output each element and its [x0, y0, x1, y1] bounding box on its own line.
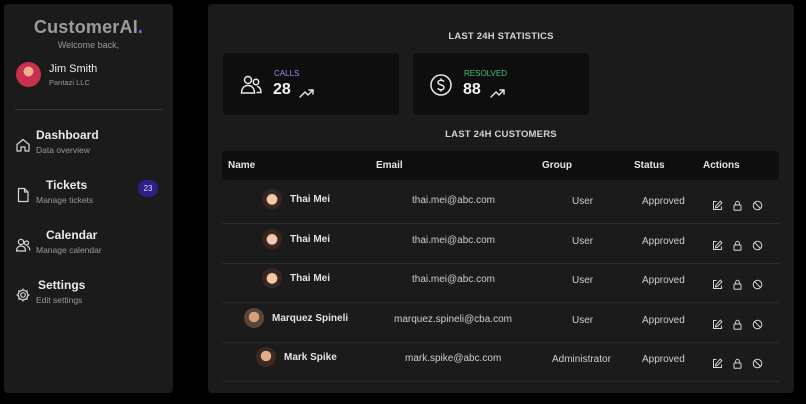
customer-group: Administrator [552, 354, 611, 365]
sidebar-item-sublabel: Manage calendar [36, 245, 102, 255]
tickets-count-badge: 23 [138, 180, 158, 197]
stats-section-title: LAST 24H STATISTICS [448, 31, 554, 42]
users-icon [15, 238, 31, 252]
customer-group: User [572, 275, 594, 286]
stat-value: 88 [463, 81, 481, 98]
sidebar-divider [15, 109, 162, 110]
stat-label: RESOLVED [464, 69, 507, 78]
welcome-text: Welcome back, [57, 40, 120, 50]
users-icon [240, 75, 262, 94]
customer-email: thai.mei@abc.com [412, 274, 495, 285]
sidebar-item-sublabel: Data overview [36, 145, 90, 155]
block-icon[interactable] [752, 198, 763, 211]
sidebar-item-label: Dashboard [36, 128, 99, 142]
customer-status: Approved [642, 354, 685, 365]
stat-value: 28 [273, 81, 291, 98]
user-name: Jim Smith [49, 62, 98, 75]
customer-name: Mark Spike [284, 352, 337, 363]
customer-group: User [572, 235, 594, 247]
block-icon[interactable] [752, 238, 763, 250]
edit-icon[interactable] [712, 198, 723, 210]
user-org: Pantazi LLC [49, 77, 90, 87]
sidebar-item-label: Tickets [46, 178, 88, 192]
customer-status: Approved [642, 196, 685, 207]
block-icon[interactable] [752, 317, 763, 329]
avatar [262, 268, 282, 288]
customer-email: mark.spike@abc.com [405, 353, 502, 364]
customer-email: marquez.spineli@cba.com [394, 313, 512, 325]
customer-email: thai.mei@abc.com [412, 195, 495, 206]
sidebar-item-sublabel: Manage tickets [36, 195, 94, 205]
customer-status: Approved [642, 275, 685, 286]
column-header-actions: Actions [703, 160, 740, 171]
avatar [16, 62, 41, 87]
sidebar-item-tickets[interactable]: Tickets Manage tickets 23 [4, 178, 173, 214]
customer-email: thai.mei@abc.com [412, 234, 495, 246]
column-header-status[interactable]: Status [634, 160, 665, 171]
lock-icon[interactable] [732, 238, 743, 251]
customer-group: User [572, 196, 594, 207]
home-icon [16, 138, 30, 152]
edit-icon[interactable] [712, 356, 723, 368]
customer-name: Marquez Spineli [272, 312, 349, 324]
block-icon[interactable] [752, 356, 763, 369]
column-header-name[interactable]: Name [228, 160, 255, 171]
stat-card-calls: CALLS 28 [223, 53, 399, 115]
edit-icon[interactable] [712, 317, 723, 329]
avatar [256, 347, 276, 367]
column-header-email[interactable]: Email [376, 160, 403, 171]
gear-icon [16, 288, 30, 302]
main-panel: LAST 24H STATISTICS CALLS 28 RESOLVED 88… [208, 4, 794, 393]
stat-card-resolved: RESOLVED 88 [413, 53, 589, 115]
avatar [262, 189, 282, 209]
column-header-group[interactable]: Group [542, 160, 572, 171]
table-row[interactable]: Marquez Spineli marquez.spineli@cba.com Us… [222, 304, 779, 343]
sidebar-item-sublabel: Edit settings [36, 295, 83, 305]
edit-icon[interactable] [712, 277, 723, 289]
customer-name: Thai Mei [290, 194, 331, 205]
customers-section-title: LAST 24H CUSTOMERS [445, 129, 557, 140]
avatar [244, 307, 264, 328]
customer-status: Approved [642, 314, 685, 326]
table-row[interactable]: Thai Mei thai.mei@abc.com User Approved [222, 185, 779, 224]
lock-icon[interactable] [732, 277, 743, 290]
trend-up-icon [490, 89, 505, 98]
sidebar-item-settings[interactable]: Settings Edit settings [4, 278, 173, 314]
table-header: Name Email Group Status Actions [222, 151, 779, 180]
lock-icon[interactable] [732, 356, 743, 369]
sidebar-item-label: Settings [38, 278, 86, 292]
user-profile[interactable]: Jim Smith Pantazi LLC [16, 62, 97, 87]
customer-group: User [572, 314, 594, 326]
customer-status: Approved [642, 235, 685, 247]
sidebar: CustomerAI. Welcome back, Jim Smith Pant… [4, 4, 173, 393]
table-row[interactable]: Thai Mei thai.mei@abc.com User Approved [222, 225, 779, 264]
block-icon[interactable] [752, 277, 763, 290]
table-row[interactable]: Mark Spike mark.spike@abc.com Administrato… [222, 343, 779, 382]
customer-name: Thai Mei [290, 233, 331, 245]
dollar-icon [430, 74, 452, 96]
trend-up-icon [299, 89, 314, 98]
app-logo[interactable]: CustomerAI. [4, 17, 173, 38]
lock-icon[interactable] [732, 198, 743, 211]
table-row[interactable]: Thai Mei thai.mei@abc.com User Approved [222, 264, 779, 303]
avatar [262, 228, 282, 249]
lock-icon[interactable] [732, 317, 743, 330]
sidebar-item-label: Calendar [46, 228, 98, 242]
sidebar-item-dashboard[interactable]: Dashboard Data overview [4, 128, 173, 164]
stat-label: CALLS [274, 69, 300, 78]
sidebar-item-calendar[interactable]: Calendar Manage calendar [4, 228, 173, 264]
document-icon [17, 187, 29, 203]
edit-icon[interactable] [712, 238, 723, 250]
customer-name: Thai Mei [290, 273, 331, 284]
